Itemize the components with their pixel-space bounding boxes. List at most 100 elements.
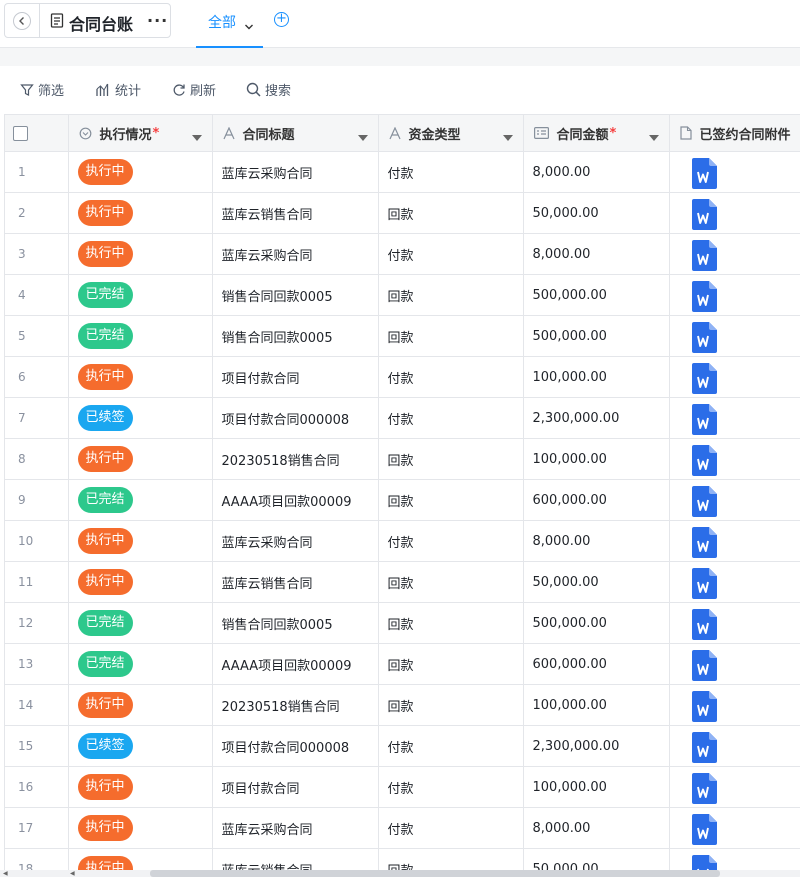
- table-row[interactable]: 5 已完结 销售合同回款0005 回款 500,000.00: [5, 315, 800, 357]
- word-file-icon[interactable]: [691, 404, 717, 435]
- fund-type-cell[interactable]: 回款: [378, 684, 524, 726]
- refresh-button[interactable]: 刷新: [172, 80, 216, 99]
- amount-cell[interactable]: 8,000.00: [523, 233, 670, 275]
- amount-cell[interactable]: 50,000.00: [523, 561, 670, 603]
- fund-type-cell[interactable]: 回款: [378, 479, 524, 521]
- table-row[interactable]: 12 已完结 销售合同回款0005 回款 500,000.00: [5, 602, 800, 644]
- amount-cell[interactable]: 2,300,000.00: [523, 397, 670, 439]
- fund-type-cell[interactable]: 回款: [378, 561, 524, 603]
- title-cell[interactable]: 项目付款合同: [212, 766, 379, 808]
- horizontal-scrollbar[interactable]: ◀ ◀: [0, 870, 800, 877]
- amount-cell[interactable]: 50,000.00: [523, 192, 670, 234]
- back-button[interactable]: [5, 4, 40, 37]
- amount-cell[interactable]: 500,000.00: [523, 315, 670, 357]
- word-file-icon[interactable]: [691, 773, 717, 804]
- attachment-cell[interactable]: [669, 315, 800, 357]
- table-row[interactable]: 9 已完结 AAAA项目回款00009 回款 600,000.00: [5, 479, 800, 521]
- table-row[interactable]: 10 执行中 蓝库云采购合同 付款 8,000.00: [5, 520, 800, 562]
- status-cell[interactable]: 执行中: [68, 233, 213, 275]
- amount-cell[interactable]: 50,000.00: [523, 848, 670, 870]
- caret-down-icon[interactable]: [648, 130, 659, 145]
- stats-button[interactable]: 统计: [96, 80, 141, 99]
- table-row[interactable]: 7 已续签 项目付款合同000008 付款 2,300,000.00: [5, 397, 800, 439]
- attachment-cell[interactable]: [669, 151, 800, 193]
- amount-cell[interactable]: 8,000.00: [523, 807, 670, 849]
- fund-type-cell[interactable]: 付款: [378, 725, 524, 767]
- title-cell[interactable]: 项目付款合同000008: [212, 725, 379, 767]
- table-row[interactable]: 4 已完结 销售合同回款0005 回款 500,000.00: [5, 274, 800, 316]
- fund-type-cell[interactable]: 回款: [378, 438, 524, 480]
- filter-button[interactable]: 筛选: [20, 80, 64, 99]
- word-file-icon[interactable]: [691, 691, 717, 722]
- status-cell[interactable]: 已续签: [68, 725, 213, 767]
- attachment-cell[interactable]: [669, 848, 800, 870]
- fund-type-cell[interactable]: 付款: [378, 356, 524, 398]
- column-header-title[interactable]: 合同标题: [212, 115, 379, 152]
- table-row[interactable]: 14 执行中 20230518销售合同 回款 100,000.00: [5, 684, 800, 726]
- title-cell[interactable]: 20230518销售合同: [212, 438, 379, 480]
- table-row[interactable]: 16 执行中 项目付款合同 付款 100,000.00: [5, 766, 800, 808]
- word-file-icon[interactable]: [691, 445, 717, 476]
- column-header-amount[interactable]: 合同金额 *: [523, 115, 670, 152]
- chevron-down-icon[interactable]: [244, 16, 254, 35]
- attachment-cell[interactable]: [669, 725, 800, 767]
- word-file-icon[interactable]: [691, 486, 717, 517]
- amount-cell[interactable]: 500,000.00: [523, 602, 670, 644]
- more-options-button[interactable]: ···: [147, 11, 168, 30]
- add-view-button[interactable]: +: [274, 12, 289, 27]
- column-header-attachment[interactable]: 已签约合同附件: [669, 115, 800, 152]
- title-cell[interactable]: 销售合同回款0005: [212, 315, 379, 357]
- fund-type-cell[interactable]: 回款: [378, 192, 524, 234]
- title-cell[interactable]: 项目付款合同000008: [212, 397, 379, 439]
- fund-type-cell[interactable]: 付款: [378, 807, 524, 849]
- status-cell[interactable]: 已完结: [68, 643, 213, 685]
- title-cell[interactable]: AAAA项目回款00009: [212, 643, 379, 685]
- status-cell[interactable]: 执行中: [68, 766, 213, 808]
- fund-type-cell[interactable]: 回款: [378, 643, 524, 685]
- title-cell[interactable]: 销售合同回款0005: [212, 602, 379, 644]
- title-cell[interactable]: 项目付款合同: [212, 356, 379, 398]
- tab-all[interactable]: 全部: [196, 0, 263, 48]
- column-header-status[interactable]: 执行情况 *: [68, 115, 213, 152]
- amount-cell[interactable]: 600,000.00: [523, 643, 670, 685]
- attachment-cell[interactable]: [669, 192, 800, 234]
- table-row[interactable]: 3 执行中 蓝库云采购合同 付款 8,000.00: [5, 233, 800, 275]
- attachment-cell[interactable]: [669, 766, 800, 808]
- status-cell[interactable]: 执行中: [68, 356, 213, 398]
- title-cell[interactable]: 销售合同回款0005: [212, 274, 379, 316]
- attachment-cell[interactable]: [669, 807, 800, 849]
- status-cell[interactable]: 执行中: [68, 438, 213, 480]
- fund-type-cell[interactable]: 付款: [378, 233, 524, 275]
- word-file-icon[interactable]: [691, 855, 717, 870]
- title-cell[interactable]: 蓝库云采购合同: [212, 233, 379, 275]
- title-cell[interactable]: 蓝库云销售合同: [212, 561, 379, 603]
- select-all-checkbox[interactable]: [13, 125, 28, 141]
- scroll-left-icon[interactable]: ◀: [3, 870, 8, 877]
- caret-down-icon[interactable]: [502, 130, 513, 145]
- status-cell[interactable]: 已完结: [68, 602, 213, 644]
- attachment-cell[interactable]: [669, 233, 800, 275]
- word-file-icon[interactable]: [691, 281, 717, 312]
- attachment-cell[interactable]: [669, 274, 800, 316]
- table-row[interactable]: 13 已完结 AAAA项目回款00009 回款 600,000.00: [5, 643, 800, 685]
- fund-type-cell[interactable]: 回款: [378, 602, 524, 644]
- word-file-icon[interactable]: [691, 609, 717, 640]
- table-row[interactable]: 1 执行中 蓝库云采购合同 付款 8,000.00: [5, 151, 800, 193]
- status-cell[interactable]: 已完结: [68, 479, 213, 521]
- amount-cell[interactable]: 100,000.00: [523, 438, 670, 480]
- word-file-icon[interactable]: [691, 240, 717, 271]
- status-cell[interactable]: 执行中: [68, 561, 213, 603]
- attachment-cell[interactable]: [669, 684, 800, 726]
- attachment-cell[interactable]: [669, 479, 800, 521]
- amount-cell[interactable]: 100,000.00: [523, 766, 670, 808]
- attachment-cell[interactable]: [669, 643, 800, 685]
- attachment-cell[interactable]: [669, 561, 800, 603]
- attachment-cell[interactable]: [669, 397, 800, 439]
- word-file-icon[interactable]: [691, 527, 717, 558]
- word-file-icon[interactable]: [691, 650, 717, 681]
- status-cell[interactable]: 执行中: [68, 192, 213, 234]
- fund-type-cell[interactable]: 付款: [378, 766, 524, 808]
- column-header-fund-type[interactable]: 资金类型: [378, 115, 524, 152]
- table-row[interactable]: 11 执行中 蓝库云销售合同 回款 50,000.00: [5, 561, 800, 603]
- table-row[interactable]: 6 执行中 项目付款合同 付款 100,000.00: [5, 356, 800, 398]
